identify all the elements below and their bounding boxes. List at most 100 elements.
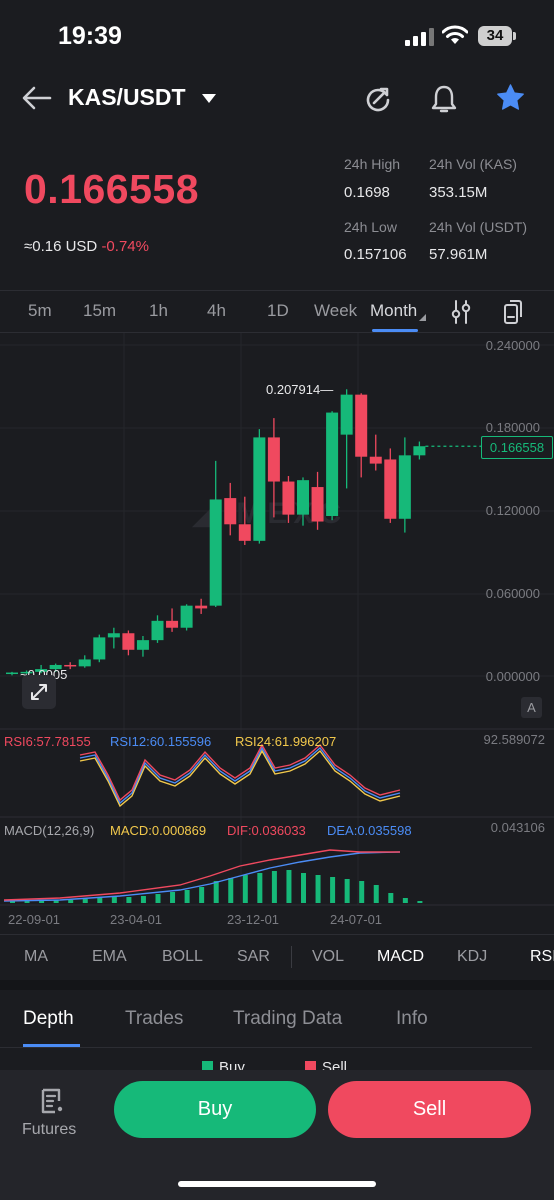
indicator-tab-rsi[interactable]: RSI	[530, 948, 554, 966]
price-axis-tick: 0.120000	[485, 503, 540, 518]
dif-value: DIF:0.036033	[227, 823, 306, 838]
macd-histogram-bar	[39, 901, 45, 903]
auto-scale-button[interactable]: A	[521, 697, 542, 718]
macd-histogram-bar	[170, 892, 176, 903]
rsi-panel	[79, 743, 401, 808]
home-indicator	[178, 1181, 376, 1187]
usd-equivalent: ≈0.16 USD -0.74%	[24, 238, 149, 255]
timeframe-5m[interactable]: 5m	[28, 301, 52, 321]
candle-body	[136, 640, 149, 650]
indicator-tab-macd[interactable]: MACD	[377, 948, 424, 966]
macd-histogram-bar	[228, 878, 234, 903]
indicator-tab-ma[interactable]: MA	[24, 948, 48, 966]
candle-body	[340, 394, 353, 435]
indicator-tab-vol[interactable]: VOL	[312, 948, 344, 966]
futures-icon[interactable]	[39, 1087, 67, 1115]
tab-trades[interactable]: Trades	[125, 1008, 183, 1030]
price-axis-tick: 0.060000	[485, 586, 540, 601]
indicator-tab-ema[interactable]: EMA	[92, 948, 127, 966]
high-label: 24h High	[344, 156, 401, 172]
vol-usdt-label: 24h Vol (USDT)	[429, 219, 528, 235]
macd-histogram-bar	[359, 881, 365, 903]
candle-body	[6, 672, 18, 675]
futures-label[interactable]: Futures	[22, 1121, 76, 1139]
status-time: 19:39	[58, 22, 122, 50]
macd-histogram-bar	[213, 881, 219, 903]
candle	[151, 615, 164, 643]
macd-params: MACD(12,26,9)	[4, 823, 95, 838]
time-axis-tick: 23-12-01	[227, 912, 280, 927]
indicator-tab-boll[interactable]: BOLL	[162, 948, 203, 966]
copy-screen-icon[interactable]	[502, 299, 524, 325]
candle	[93, 634, 106, 663]
refresh-icon[interactable]	[364, 85, 392, 113]
timeframe-month[interactable]: Month	[370, 301, 417, 321]
tab-trading-data[interactable]: Trading Data	[233, 1008, 342, 1030]
timeframe-1h[interactable]: 1h	[149, 301, 168, 321]
macd-histogram-bar	[301, 873, 306, 903]
candle	[253, 429, 266, 544]
indicator-settings-icon[interactable]	[450, 299, 472, 325]
candle	[355, 393, 368, 478]
indicator-separator	[291, 946, 292, 968]
timeframe-4h[interactable]: 4h	[207, 301, 226, 321]
pair-dropdown-caret-icon[interactable]	[202, 94, 216, 103]
candle-body	[384, 459, 397, 519]
fullscreen-button[interactable]	[22, 675, 56, 709]
back-arrow-icon[interactable]	[22, 86, 52, 110]
last-price-tag: 0.166558	[481, 436, 553, 459]
tab-depth[interactable]: Depth	[23, 1008, 74, 1030]
indicator-tab-kdj[interactable]: KDJ	[457, 948, 487, 966]
macd-histogram-bar	[155, 894, 161, 903]
candle	[413, 441, 426, 460]
cellular-signal-icon	[405, 28, 434, 46]
timeframe-more-icon[interactable]	[419, 314, 426, 321]
candle-body	[326, 412, 339, 517]
macd-histogram-bar	[97, 898, 103, 903]
candle	[180, 604, 193, 631]
low-value: 0.157106	[344, 246, 407, 263]
tab-info[interactable]: Info	[396, 1008, 428, 1030]
trading-pair-title[interactable]: KAS/USDT	[68, 84, 186, 111]
timeframe-15m[interactable]: 15m	[83, 301, 116, 321]
candle-body	[224, 498, 237, 525]
macd-value: MACD:0.000869	[110, 823, 207, 838]
buy-button[interactable]: Buy	[114, 1081, 316, 1138]
sell-button[interactable]: Sell	[328, 1081, 531, 1138]
favorite-star-icon[interactable]	[495, 83, 526, 113]
rsi12-value: RSI12:60.155596	[110, 734, 212, 749]
price-axis-tick: 0.240000	[485, 338, 540, 353]
low-label: 24h Low	[344, 219, 397, 235]
macd-panel	[3, 849, 423, 903]
wifi-icon	[442, 25, 468, 44]
divider	[0, 934, 554, 935]
candle	[166, 608, 179, 632]
candle-body	[253, 437, 266, 541]
macd-histogram-bar	[271, 871, 277, 903]
rsi24-value: RSI24:61.996207	[235, 734, 337, 749]
macd-histogram-bar	[82, 899, 88, 903]
candle-body	[398, 455, 411, 519]
price-axis-tick: 0.000000	[485, 669, 540, 684]
macd-histogram-bar	[184, 890, 190, 903]
candle-body	[297, 480, 309, 515]
candle	[209, 460, 222, 608]
candle	[340, 389, 353, 489]
macd-histogram-bar	[111, 897, 117, 903]
candle-body	[311, 487, 324, 522]
macd-histogram-bar	[373, 885, 379, 903]
high-marker-value: 0.207914	[266, 382, 321, 397]
candle	[136, 636, 149, 657]
candle	[369, 434, 382, 471]
candle	[384, 448, 397, 523]
timeframe-1d[interactable]: 1D	[267, 301, 289, 321]
indicator-tab-sar[interactable]: SAR	[237, 948, 270, 966]
bell-icon[interactable]	[430, 84, 458, 114]
candle-body	[209, 499, 222, 606]
timeframe-week[interactable]: Week	[314, 301, 357, 321]
macd-histogram-bar	[140, 896, 146, 903]
candle	[6, 671, 18, 676]
candle-body	[93, 637, 106, 660]
vol-kas-value: 353.15M	[429, 184, 488, 201]
macd-histogram-bar	[242, 875, 248, 903]
